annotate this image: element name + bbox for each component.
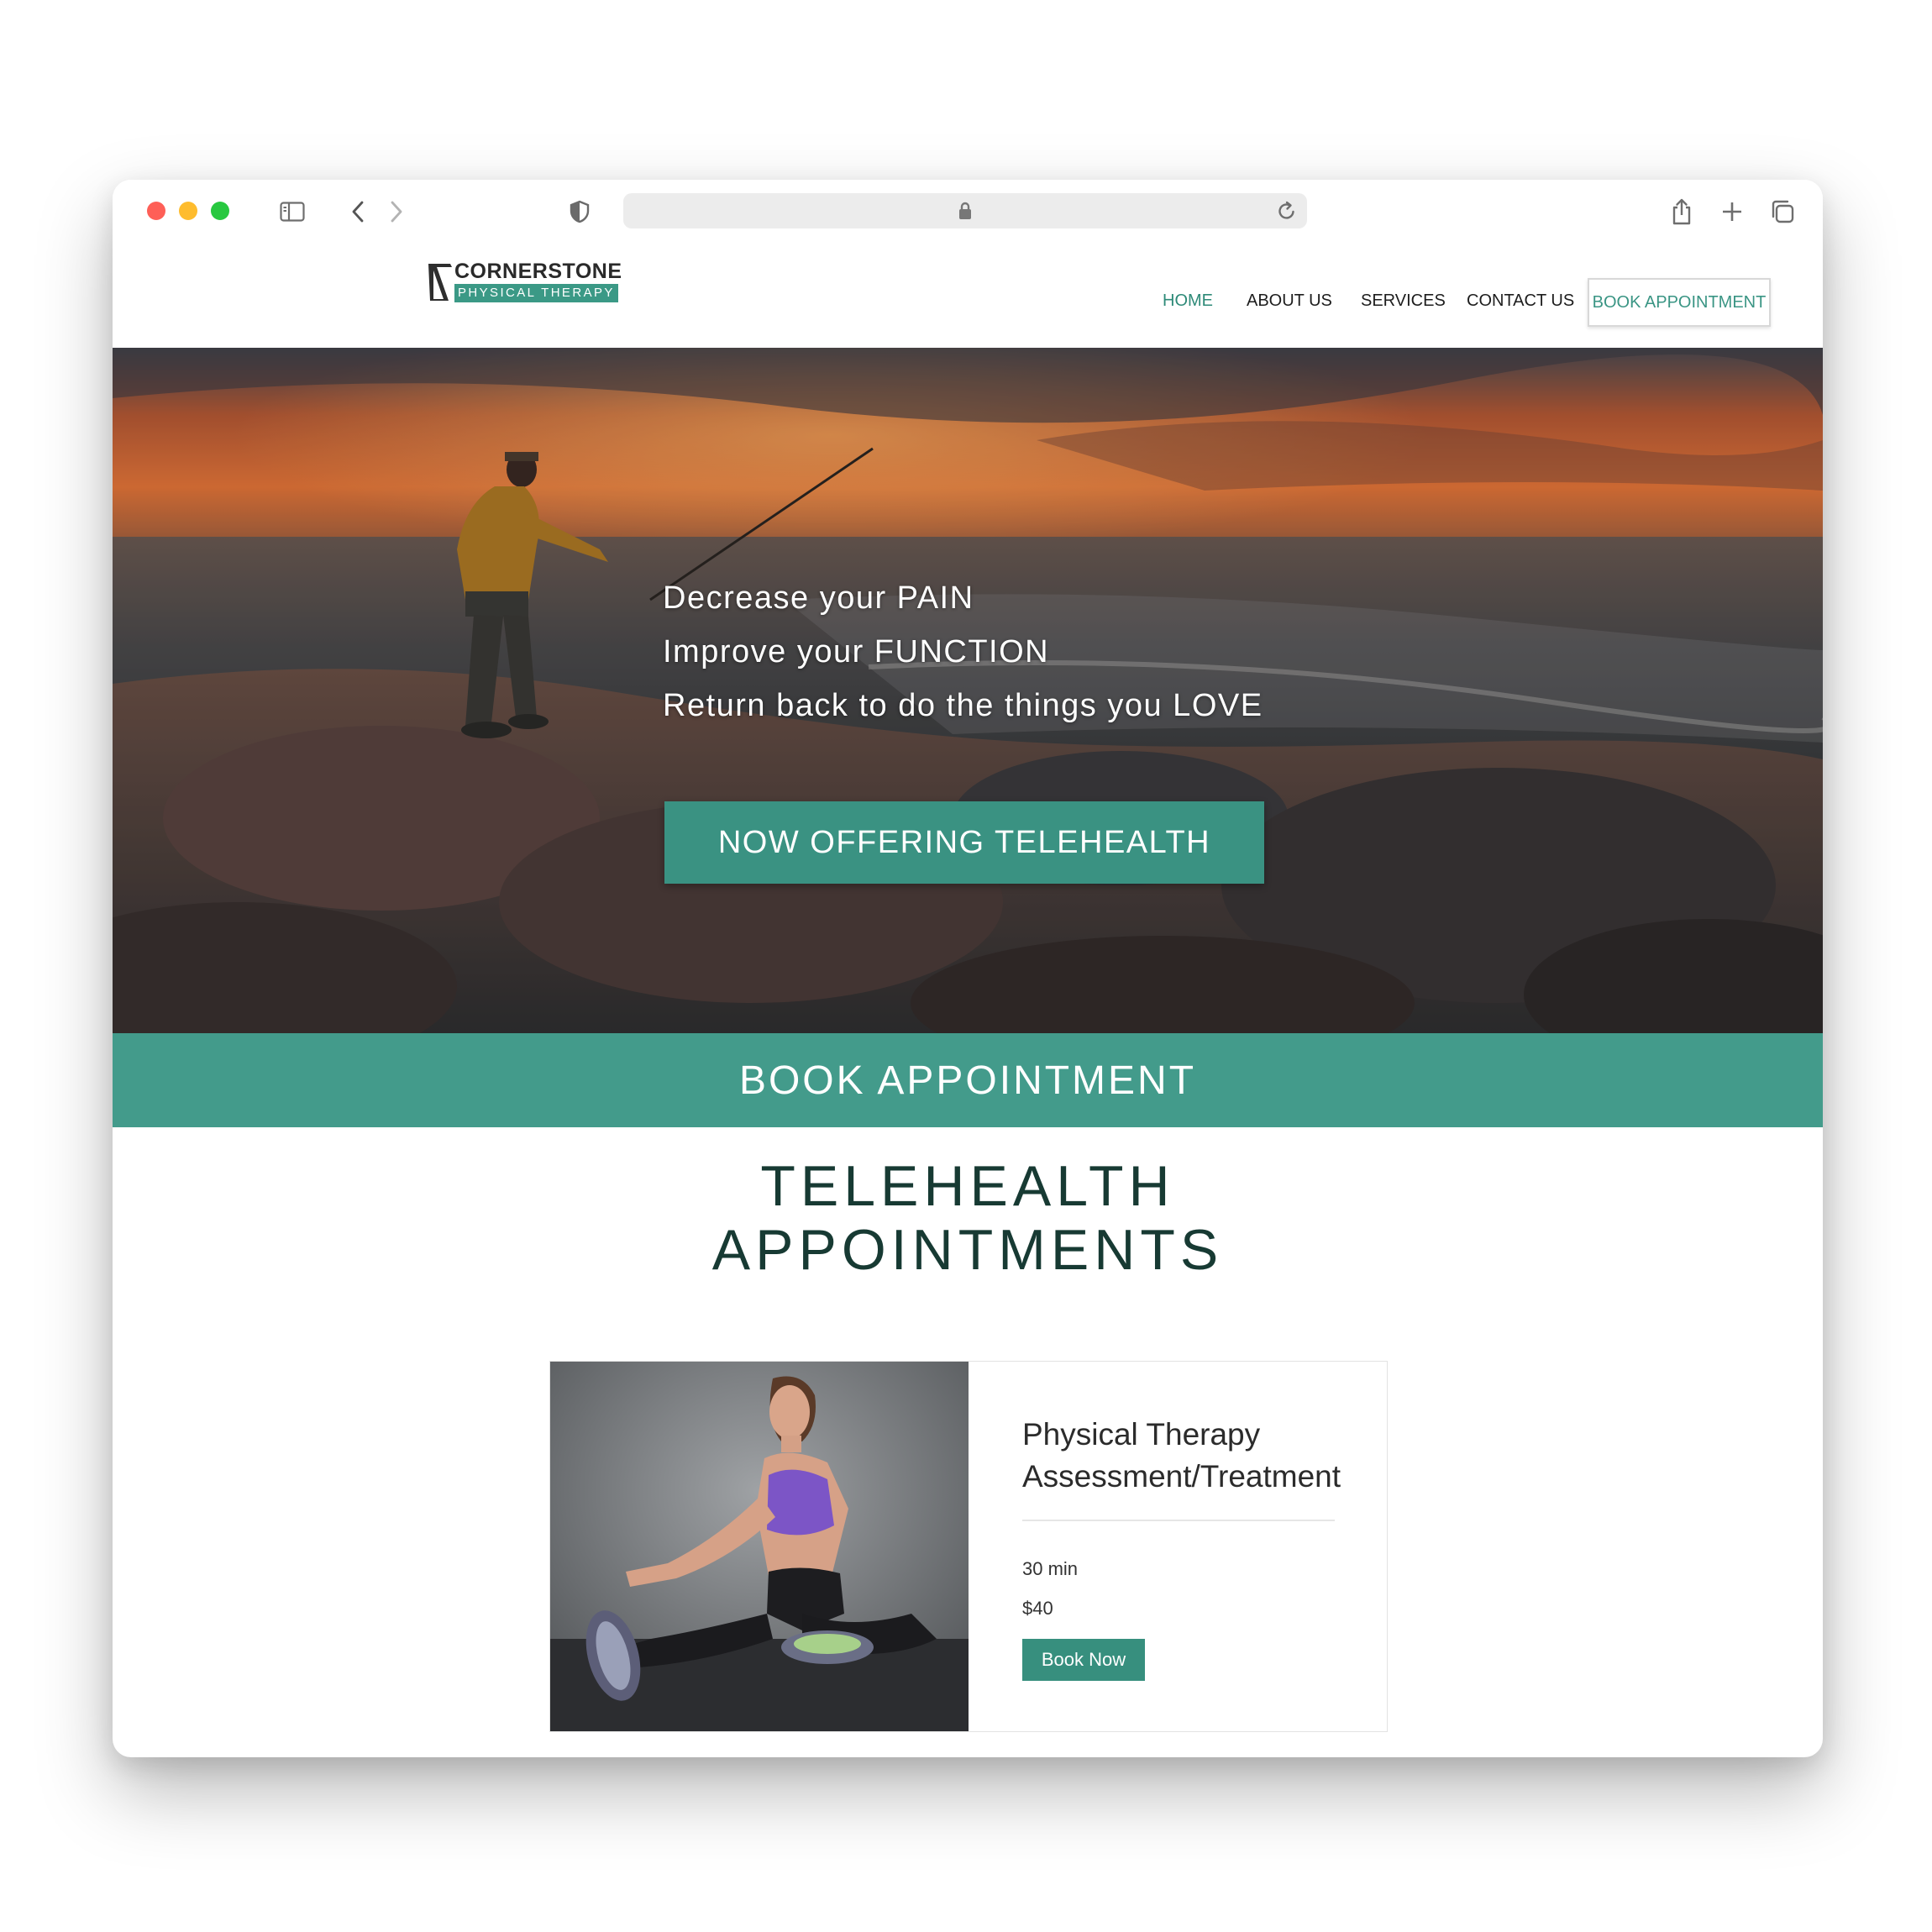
browser-window: CORNERSTONE PHYSICAL THERAPY HOME ABOUT …: [113, 180, 1823, 1757]
book-now-button[interactable]: Book Now: [1022, 1639, 1145, 1681]
close-window-button[interactable]: [147, 202, 165, 220]
telehealth-heading: TELEHEALTH APPOINTMENTS: [113, 1154, 1823, 1282]
nav-home[interactable]: HOME: [1163, 291, 1213, 311]
tabs-overview-icon[interactable]: [1769, 198, 1796, 225]
share-icon[interactable]: [1668, 198, 1695, 225]
site-header: CORNERSTONE PHYSICAL THERAPY HOME ABOUT …: [113, 244, 1823, 348]
reload-icon[interactable]: [1277, 200, 1297, 226]
hero-line-function: Improve your FUNCTION: [663, 634, 1050, 669]
minimize-window-button[interactable]: [179, 202, 197, 220]
nav-book-appointment-button[interactable]: BOOK APPOINTMENT: [1588, 278, 1771, 327]
service-price: $40: [1022, 1598, 1053, 1619]
service-card-image: [550, 1362, 969, 1731]
new-tab-icon[interactable]: [1719, 198, 1746, 225]
telehealth-cta-button[interactable]: NOW OFFERING TELEHEALTH: [664, 801, 1264, 884]
main-nav: HOME ABOUT US SERVICES CONTACT US BOOK A…: [113, 278, 1823, 327]
maximize-window-button[interactable]: [211, 202, 229, 220]
hero-line-pain: Decrease your PAIN: [663, 580, 974, 616]
nav-contact-us[interactable]: CONTACT US: [1467, 291, 1574, 311]
telehealth-heading-line2: APPOINTMENTS: [711, 1218, 1224, 1282]
service-duration: 30 min: [1022, 1558, 1079, 1579]
service-card: Physical Therapy Assessment/Treatment 30…: [549, 1361, 1388, 1732]
browser-toolbar: [113, 180, 1823, 244]
service-divider: [1022, 1520, 1335, 1521]
forward-icon[interactable]: [383, 198, 410, 225]
hero-section: Decrease your PAIN Improve your FUNCTION…: [113, 348, 1823, 1033]
book-appointment-banner[interactable]: BOOK APPOINTMENT: [113, 1033, 1823, 1127]
sidebar-icon[interactable]: [279, 198, 306, 225]
nav-about-us[interactable]: ABOUT US: [1247, 291, 1332, 311]
hero-tagline: Decrease your PAIN Improve your FUNCTION…: [663, 571, 1263, 732]
shield-icon[interactable]: [566, 198, 593, 225]
nav-services[interactable]: SERVICES: [1361, 291, 1446, 311]
lock-icon: [958, 202, 972, 224]
address-bar[interactable]: [623, 193, 1307, 228]
back-icon[interactable]: [344, 198, 371, 225]
telehealth-heading-line1: TELEHEALTH: [760, 1154, 1175, 1218]
service-title: Physical Therapy Assessment/Treatment: [1022, 1417, 1341, 1494]
hero-line-love: Return back to do the things you LOVE: [663, 688, 1263, 723]
